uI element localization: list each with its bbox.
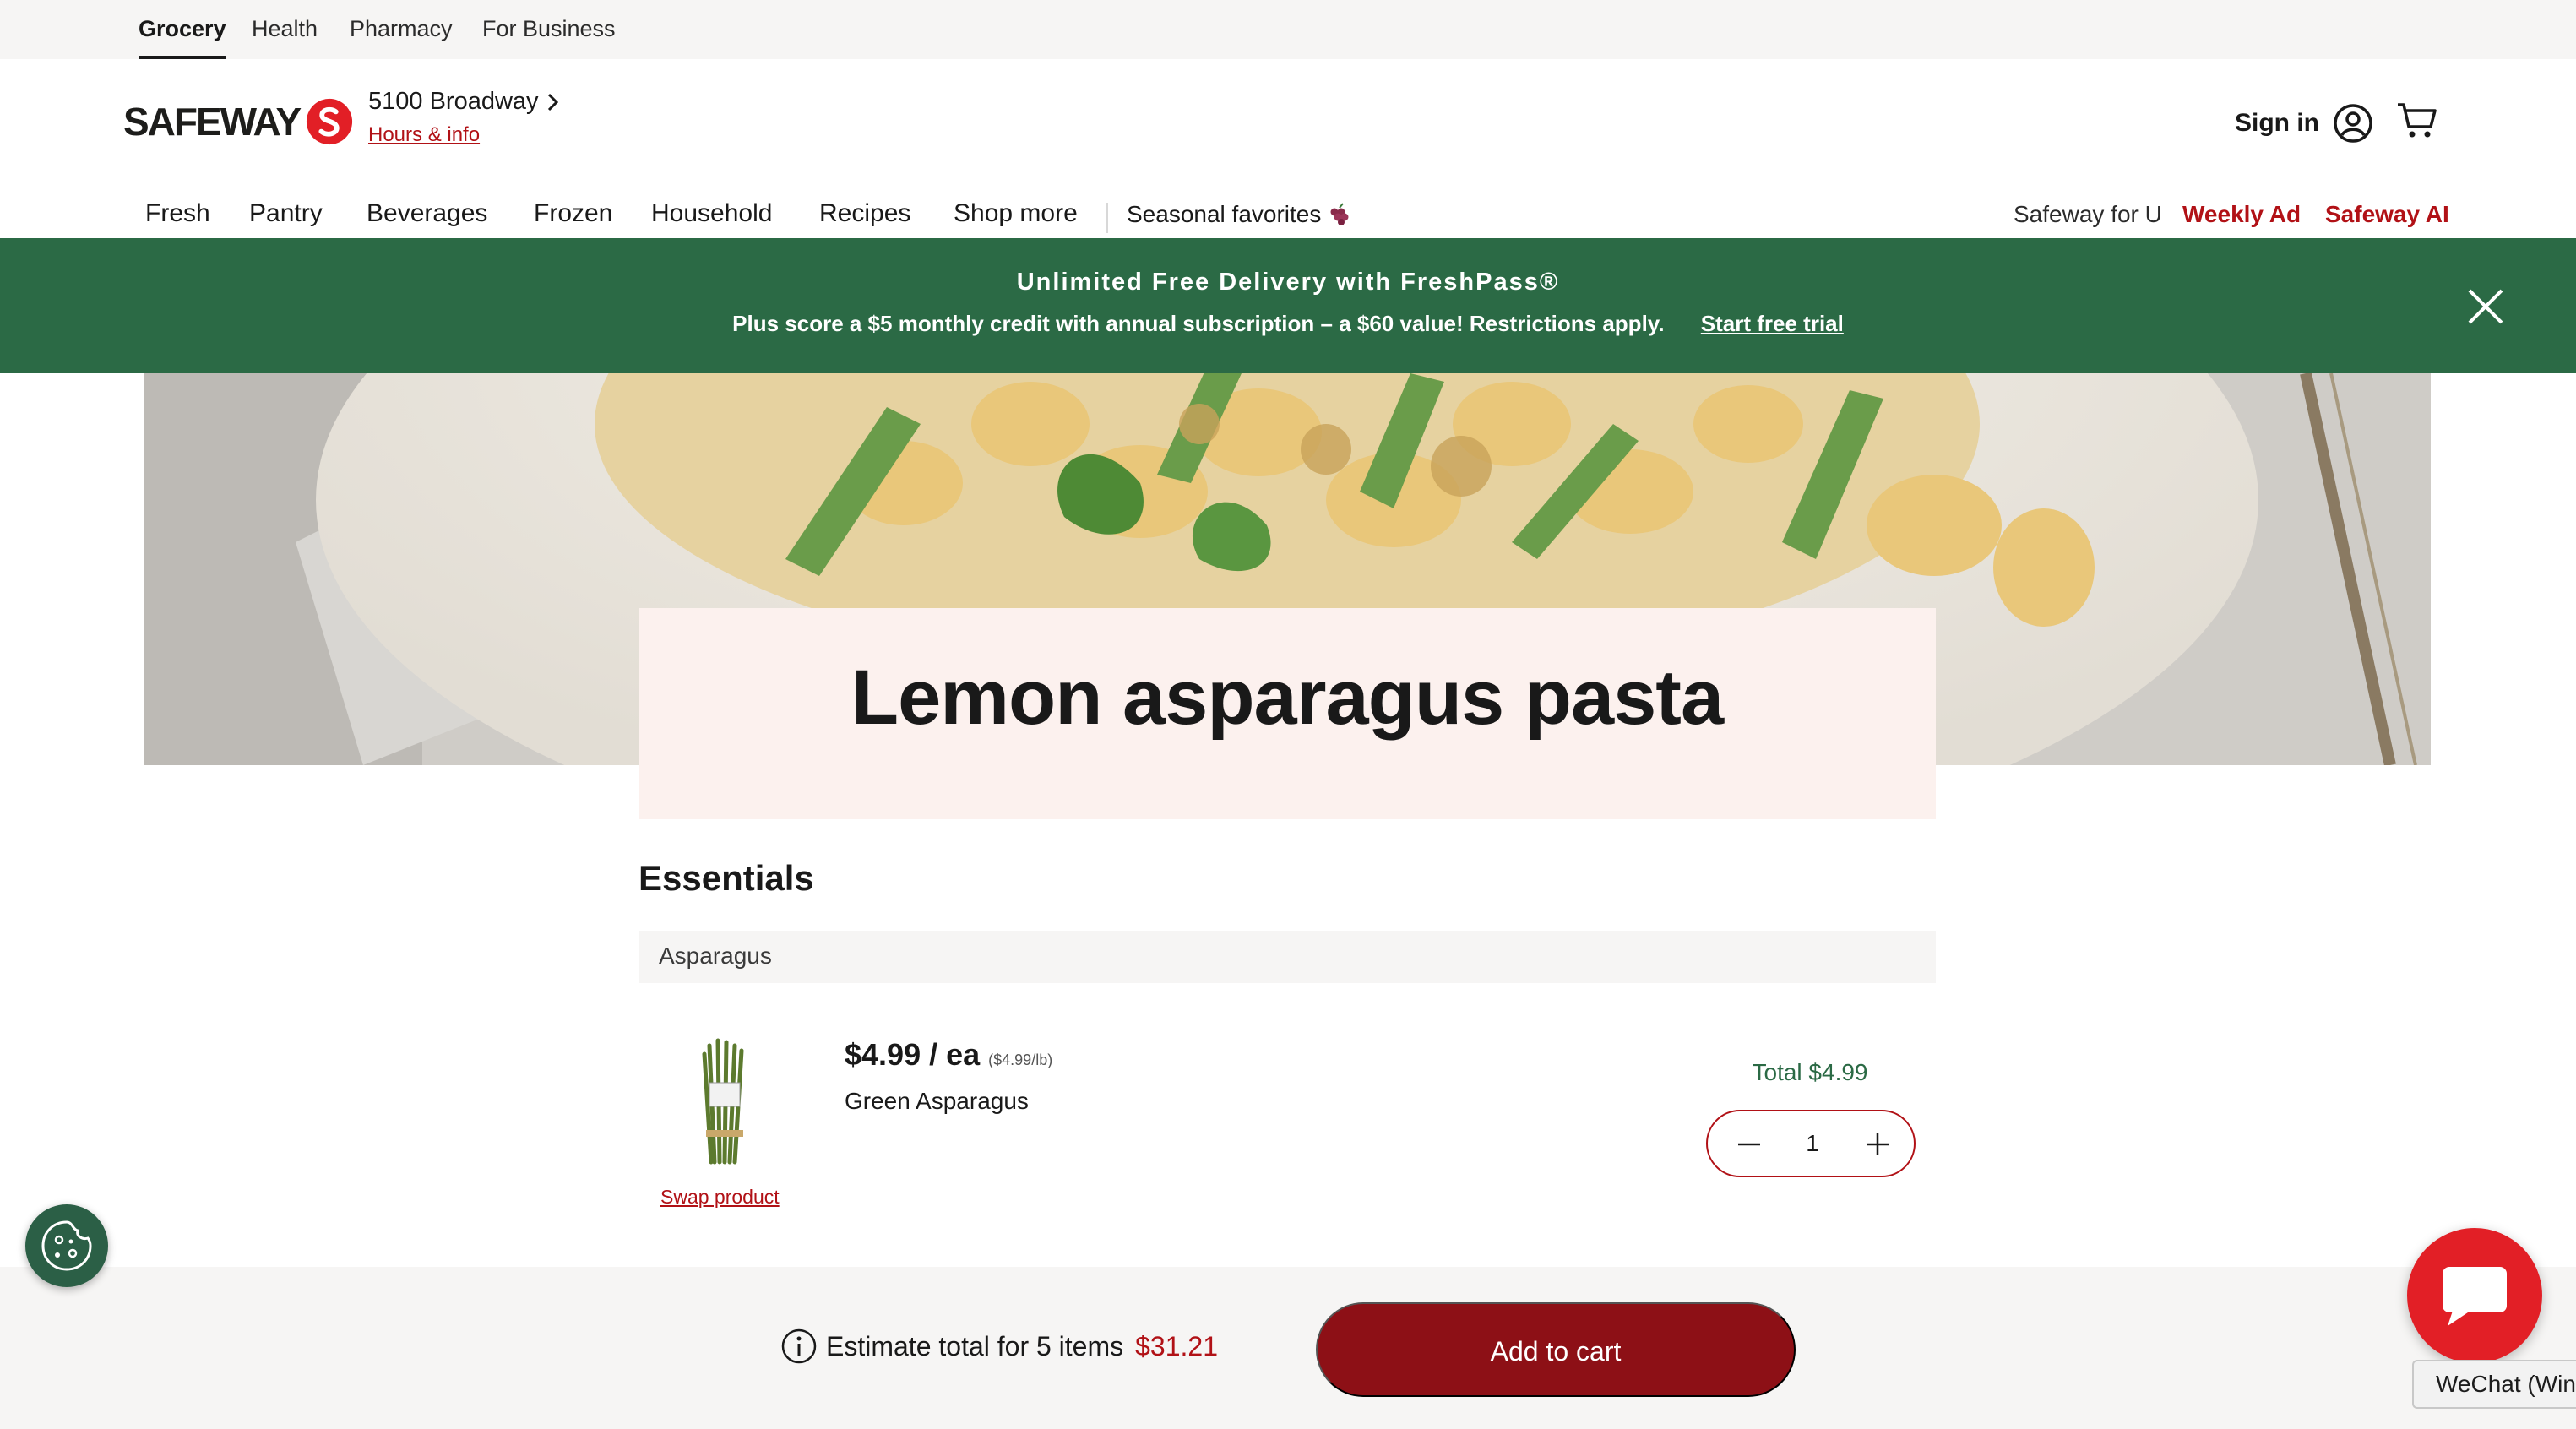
site-header: SAFEWAY 5100 Broadway Hours & info Sign … (0, 59, 2576, 238)
plus-icon[interactable] (1865, 1132, 1890, 1157)
nav-household[interactable]: Household (651, 199, 772, 228)
bottom-summary-bar (0, 1267, 2576, 1429)
asparagus-product-image[interactable] (691, 1037, 758, 1165)
quantity-value[interactable]: 1 (1796, 1130, 1829, 1157)
page: Grocery Health Pharmacy For Business SAF… (0, 0, 2576, 1429)
freshpass-banner: Unlimited Free Delivery with FreshPass® … (0, 238, 2576, 373)
nav-safeway-for-u[interactable]: Safeway for U (2014, 201, 2162, 228)
unit-price: ($4.99/lb) (988, 1051, 1053, 1068)
banner-title: Unlimited Free Delivery with FreshPass® (1016, 269, 1560, 296)
main-nav: Fresh Pantry Beverages Frozen Household … (0, 191, 2576, 238)
store-selector[interactable]: 5100 Broadway (368, 88, 561, 116)
chat-icon (2443, 1267, 2507, 1326)
chat-button[interactable] (2407, 1228, 2542, 1363)
cookie-icon (41, 1220, 92, 1271)
nav-frozen[interactable]: Frozen (534, 199, 612, 228)
nav-pantry[interactable]: Pantry (249, 199, 323, 228)
tab-for-business[interactable]: For Business (482, 0, 616, 59)
utility-bar: Grocery Health Pharmacy For Business (0, 0, 2576, 59)
add-to-cart-button[interactable]: Add to cart (1316, 1302, 1796, 1397)
nav-seasonal-favorites[interactable]: Seasonal favorites (1127, 201, 1351, 228)
logo-text: SAFEWAY (123, 100, 302, 144)
nav-shop-more[interactable]: Shop more (954, 199, 1078, 228)
tab-grocery[interactable]: Grocery (139, 0, 226, 59)
sign-in-label: Sign in (2235, 109, 2319, 137)
safeway-s-icon (307, 98, 353, 145)
price-per-each: $4.99 / ea (845, 1037, 981, 1072)
info-icon[interactable] (780, 1328, 818, 1365)
store-name: 5100 Broadway (368, 88, 539, 115)
estimate-label: Estimate total for 5 items (826, 1330, 1124, 1361)
nav-recipes[interactable]: Recipes (819, 199, 910, 228)
estimate-amount: $31.21 (1135, 1330, 1218, 1361)
nav-safeway-ai[interactable]: Safeway AI (2325, 201, 2449, 228)
cart-icon[interactable] (2395, 98, 2439, 142)
safeway-logo[interactable]: SAFEWAY (123, 96, 354, 147)
nav-fresh[interactable]: Fresh (145, 199, 210, 228)
banner-subtitle-text: Plus score a $5 monthly credit with annu… (732, 311, 1665, 336)
ingredient-group-label: Asparagus (659, 943, 772, 969)
essentials-heading: Essentials (639, 858, 814, 898)
wechat-tooltip[interactable]: WeChat (Win (2412, 1360, 2576, 1409)
product-name: Green Asparagus (845, 1088, 1029, 1114)
recipe-title: Lemon asparagus pasta (851, 655, 1724, 741)
tab-pharmacy[interactable]: Pharmacy (350, 0, 453, 59)
hours-info-link[interactable]: Hours & info (368, 123, 480, 147)
cookie-settings-button[interactable] (25, 1204, 108, 1287)
nav-weekly-ad[interactable]: Weekly Ad (2182, 201, 2301, 228)
quantity-stepper: 1 (1706, 1110, 1916, 1177)
chevron-right-icon (547, 93, 558, 111)
nav-beverages[interactable]: Beverages (367, 199, 487, 228)
tab-health[interactable]: Health (252, 0, 318, 59)
minus-icon[interactable] (1736, 1132, 1762, 1157)
estimate-total: Estimate total for 5 items $31.21 (780, 1328, 1218, 1365)
seasonal-label: Seasonal favorites (1127, 201, 1322, 227)
nav-divider (1106, 203, 1108, 233)
ingredient-group-bar: Asparagus (639, 931, 1936, 983)
grapes-icon (1330, 203, 1349, 225)
line-total: Total $4.99 (1752, 1059, 1868, 1085)
close-icon[interactable] (2466, 287, 2505, 326)
banner-subtitle: Plus score a $5 monthly credit with annu… (0, 311, 2576, 337)
account-icon (2334, 104, 2372, 143)
start-free-trial-link[interactable]: Start free trial (1701, 311, 1844, 336)
recipe-title-card: Lemon asparagus pasta (639, 608, 1936, 819)
product-price: $4.99 / ea ($4.99/lb) (845, 1037, 1052, 1073)
swap-product-link[interactable]: Swap product (660, 1186, 780, 1209)
sign-in-button[interactable]: Sign in (2235, 103, 2373, 144)
